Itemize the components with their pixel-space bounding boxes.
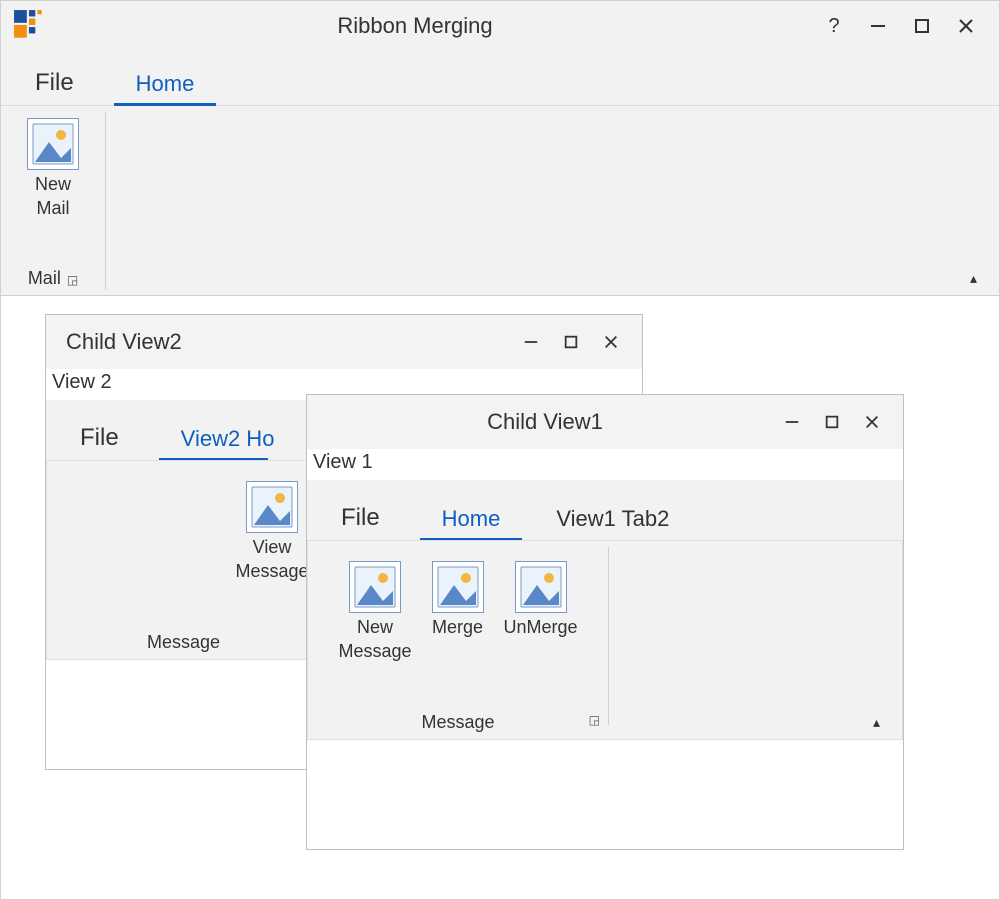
view-message-button[interactable]: View Message [227, 477, 316, 585]
new-mail-label-1: New [35, 174, 71, 194]
maximize-icon[interactable] [911, 15, 933, 37]
btn-label: Merge [432, 617, 483, 637]
app-icon [13, 9, 47, 43]
window-controls: ? [823, 15, 999, 37]
btn-label: Message [235, 561, 308, 581]
unmerge-button[interactable]: UnMerge [496, 557, 586, 665]
main-titlebar: Ribbon Merging ? [1, 1, 999, 51]
tab-file[interactable]: File [331, 494, 414, 540]
ribbon-group-mail: New Mail Mail ◲ [1, 106, 105, 295]
dialog-launcher-icon[interactable]: ◲ [589, 713, 600, 727]
btn-label: New [357, 617, 393, 637]
picture-icon [27, 118, 79, 170]
tab-file[interactable]: File [25, 59, 108, 105]
group-divider [608, 547, 609, 725]
main-window: Ribbon Merging ? File Home New [0, 0, 1000, 900]
main-tabs: File Home [1, 51, 999, 106]
close-icon[interactable] [863, 413, 881, 431]
merge-button[interactable]: Merge [424, 557, 492, 665]
child1-caption-row: Message ◲ [308, 712, 608, 733]
picture-icon [349, 561, 401, 613]
btn-label: Message [338, 641, 411, 661]
child1-ribbon: New Message Merge UnMerge [307, 540, 903, 740]
tab-file[interactable]: File [70, 414, 153, 460]
main-ribbon: New Mail Mail ◲ ▴ [1, 106, 999, 296]
child1-controls [783, 413, 903, 431]
child1-view-label: View 1 [307, 449, 903, 480]
group-caption: Message [147, 632, 220, 653]
dialog-launcher-icon[interactable]: ◲ [67, 273, 78, 287]
child1-title: Child View1 [307, 409, 783, 435]
group-caption-row: Mail ◲ [1, 268, 105, 289]
child-window-view1[interactable]: Child View1 View 1 File Home View1 Tab2 [306, 394, 904, 850]
minimize-icon[interactable] [522, 333, 540, 351]
help-icon[interactable]: ? [823, 15, 845, 37]
tab-home[interactable]: Home [414, 496, 529, 540]
maximize-icon[interactable] [562, 333, 580, 351]
mdi-client: Child View2 View 2 File View2 Ho [1, 296, 999, 900]
collapse-ribbon-icon[interactable]: ▴ [970, 270, 977, 287]
child2-title: Child View2 [46, 329, 522, 355]
btn-label: UnMerge [504, 617, 578, 637]
group-caption: Message [421, 712, 494, 733]
tab-view2-home[interactable]: View2 Ho [153, 416, 275, 460]
window-title: Ribbon Merging [7, 13, 823, 39]
picture-icon [432, 561, 484, 613]
new-mail-label-2: Mail [36, 198, 69, 218]
minimize-icon[interactable] [867, 15, 889, 37]
close-icon[interactable] [602, 333, 620, 351]
group-caption: Mail [28, 268, 61, 289]
tab-home[interactable]: Home [108, 61, 223, 105]
close-icon[interactable] [955, 15, 977, 37]
collapse-ribbon-icon[interactable]: ▴ [873, 714, 880, 731]
child1-titlebar: Child View1 [307, 395, 903, 449]
child1-group-message: New Message Merge UnMerge [308, 541, 608, 739]
tab-view1-tab2[interactable]: View1 Tab2 [528, 496, 697, 540]
child2-titlebar: Child View2 [46, 315, 642, 369]
child2-controls [522, 333, 642, 351]
new-message-button[interactable]: New Message [330, 557, 419, 665]
group-divider [105, 112, 106, 290]
minimize-icon[interactable] [783, 413, 801, 431]
picture-icon [515, 561, 567, 613]
btn-label: View [253, 537, 292, 557]
child1-tabs: File Home View1 Tab2 [307, 480, 903, 540]
maximize-icon[interactable] [823, 413, 841, 431]
picture-icon [246, 481, 298, 533]
new-mail-button[interactable]: New Mail [19, 114, 87, 218]
